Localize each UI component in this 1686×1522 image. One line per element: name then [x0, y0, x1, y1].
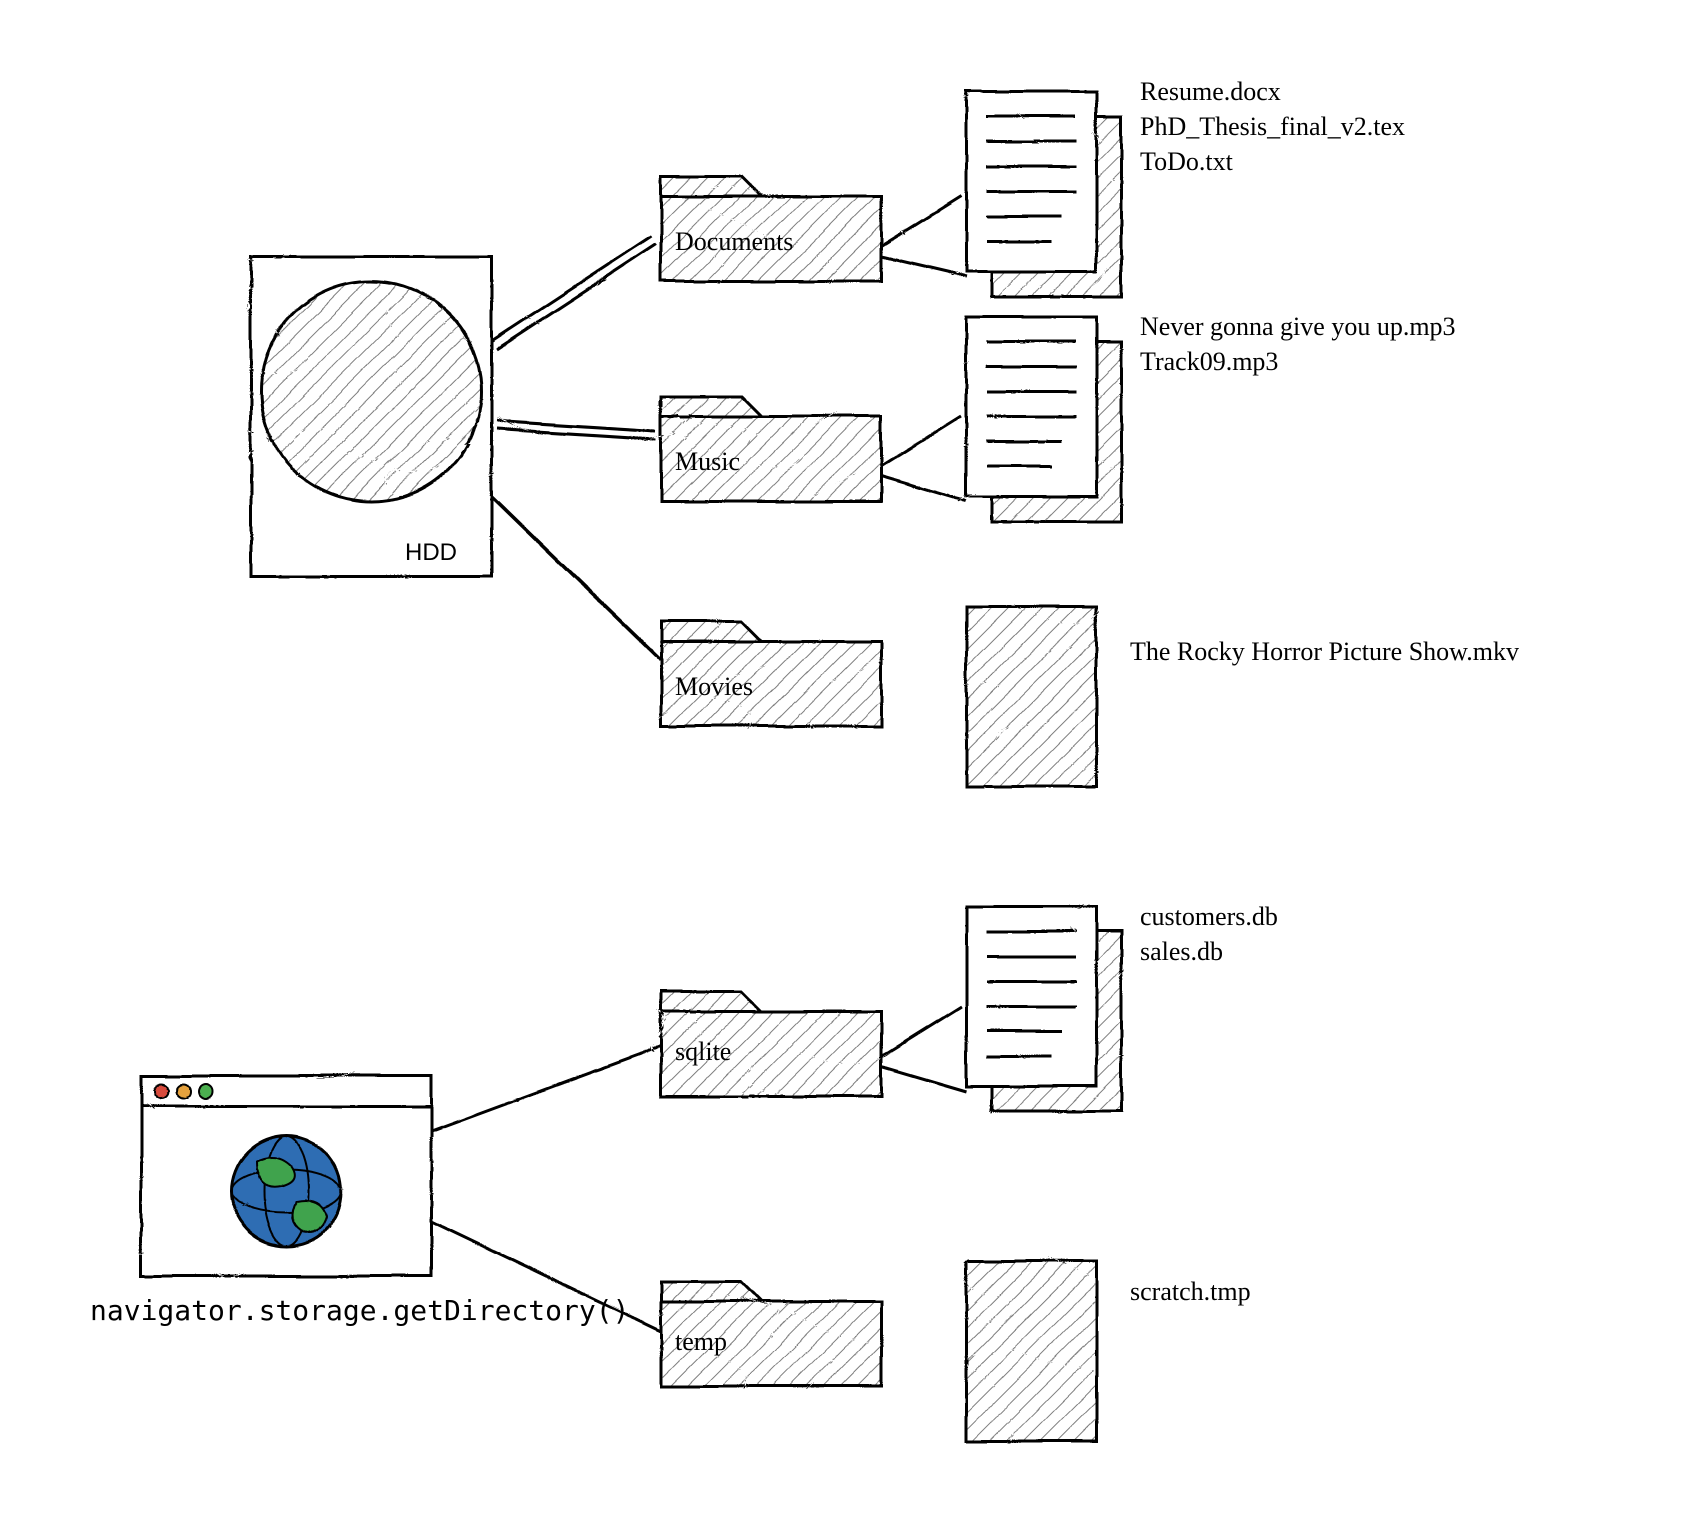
hdd-connectors	[490, 235, 661, 660]
file-temp	[965, 1260, 1095, 1440]
documents-file-0: Resume.docx	[1140, 77, 1281, 106]
browser-connectors	[430, 1045, 660, 1330]
file-stack-music	[965, 315, 1120, 520]
sqlite-file-0: customers.db	[1140, 902, 1278, 931]
music-file-0: Never gonna give you up.mp3	[1140, 312, 1456, 341]
sqlite-file-connector	[880, 1005, 965, 1090]
sqlite-file-1: sales.db	[1140, 937, 1223, 966]
movies-file-0: The Rocky Horror Picture Show.mkv	[1130, 637, 1519, 666]
folder-temp-label: temp	[675, 1327, 727, 1356]
file-movies	[965, 605, 1095, 785]
hdd-icon	[250, 255, 490, 575]
folder-music-label: Music	[675, 447, 740, 476]
file-stack-documents	[965, 90, 1120, 295]
browser-window-icon	[140, 1075, 430, 1275]
documents-file-connector	[880, 195, 965, 275]
documents-file-2: ToDo.txt	[1140, 147, 1234, 176]
folder-documents-label: Documents	[675, 227, 793, 256]
temp-file-0: scratch.tmp	[1130, 1277, 1251, 1306]
browser-api-label: navigator.storage.getDirectory()	[90, 1294, 629, 1327]
music-file-connector	[880, 415, 965, 500]
folder-sqlite-label: sqlite	[675, 1037, 731, 1066]
documents-file-1: PhD_Thesis_final_v2.tex	[1140, 112, 1405, 141]
folder-movies-label: Movies	[675, 672, 753, 701]
music-file-1: Track09.mp3	[1140, 347, 1278, 376]
file-stack-sqlite	[965, 905, 1120, 1110]
globe-icon	[230, 1135, 340, 1245]
hdd-label: HDD	[405, 539, 457, 566]
